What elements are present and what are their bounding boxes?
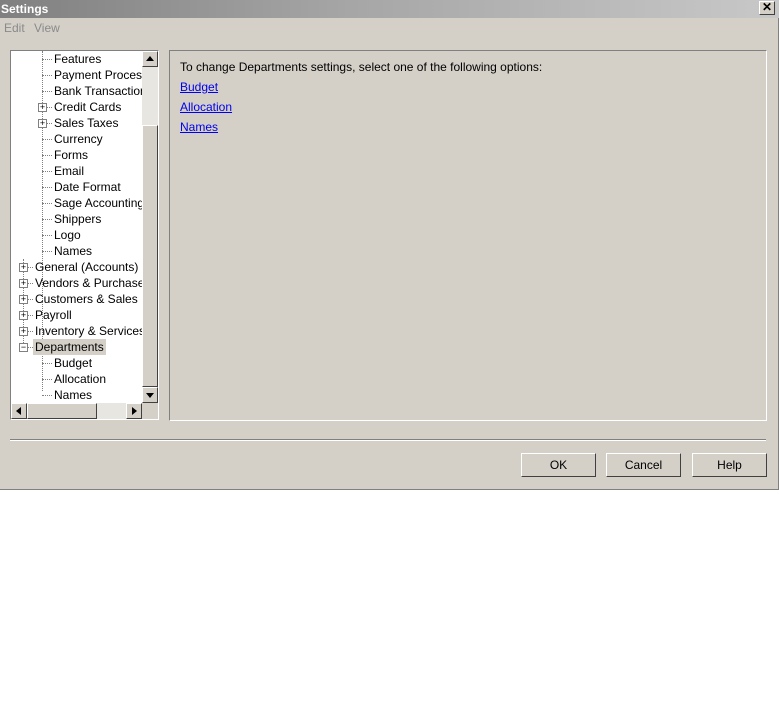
scroll-down-button[interactable] [142,387,158,403]
tree-item-dept-names[interactable]: Names [11,387,142,403]
arrow-left-icon [16,407,21,415]
tree-item-names[interactable]: Names [11,243,142,259]
settings-tree: Features Payment Processing Bank Transac… [10,50,159,420]
tree-item-label: Date Format [54,180,121,194]
tree-item-label: Shippers [54,212,102,226]
names-link[interactable]: Names [180,120,218,134]
settings-content-panel: To change Departments settings, select o… [169,50,767,421]
settings-window: Settings ✕ Edit View Features Payment Pr… [0,0,779,490]
menu-edit[interactable]: Edit [4,21,25,35]
tree-item-label: Customers & Sales [35,292,138,306]
expand-icon[interactable]: + [38,119,47,128]
expand-icon[interactable]: + [19,263,28,272]
tree-item-email[interactable]: Email [11,163,142,179]
tree-item-label: Sales Taxes [54,116,119,130]
close-button[interactable]: ✕ [759,1,775,15]
tree-item-label: Allocation [54,372,107,386]
help-button[interactable]: Help [692,453,767,477]
vertical-scrollbar[interactable] [142,51,158,403]
tree-item-payment-processing[interactable]: Payment Processing [11,67,158,83]
tree-item-sales-taxes[interactable]: + Sales Taxes [11,115,142,131]
expand-icon[interactable]: + [19,311,28,320]
menu-bar: Edit View [0,18,779,38]
tree-item-departments[interactable]: − Departments [11,339,142,355]
collapse-icon[interactable]: − [19,343,28,352]
ok-button[interactable]: OK [521,453,596,477]
tree-item-label: Budget [54,356,93,370]
window-title: Settings [1,2,49,16]
arrow-right-icon [132,407,137,415]
tree-item-logo[interactable]: Logo [11,227,142,243]
tree-item-allocation[interactable]: Allocation [11,371,142,387]
vertical-scroll-thumb[interactable] [142,125,158,387]
instruction-text: To change Departments settings, select o… [180,60,543,74]
arrow-down-icon [146,393,154,398]
tree-item-label: Payroll [35,308,72,322]
budget-link[interactable]: Budget [180,80,218,94]
tree-item-label: Names [54,244,93,258]
tree-item-shippers[interactable]: Shippers [11,211,142,227]
expand-icon[interactable]: + [19,295,28,304]
tree-item-customers-sales[interactable]: + Customers & Sales [11,291,142,307]
tree-item-forms[interactable]: Forms [11,147,142,163]
title-bar[interactable]: Settings ✕ [0,0,779,18]
tree-item-label: Departments [33,339,106,355]
tree-item-label: Forms [54,148,88,162]
arrow-up-icon [146,56,154,61]
tree-item-label: Names [54,388,93,402]
scroll-left-button[interactable] [11,403,27,419]
horizontal-scrollbar[interactable] [11,403,142,419]
expand-icon[interactable]: + [19,327,28,336]
tree-item-label: General (Accounts) [35,260,139,274]
expand-icon[interactable]: + [38,103,47,112]
tree-item-inventory-services[interactable]: + Inventory & Services [11,323,145,339]
tree-item-label: Features [54,52,102,66]
tree-item-currency[interactable]: Currency [11,131,142,147]
tree-item-features[interactable]: Features [11,51,142,67]
scroll-right-button[interactable] [126,403,142,419]
tree-item-label: Bank Transactions [54,84,153,98]
allocation-link[interactable]: Allocation [180,100,232,114]
tree-item-label: Vendors & Purchases [35,276,151,290]
horizontal-scroll-thumb[interactable] [27,403,97,419]
tree-item-label: Email [54,164,85,178]
scrollbar-corner [142,403,158,419]
cancel-button[interactable]: Cancel [606,453,681,477]
separator [10,439,766,441]
tree-item-label: Inventory & Services [35,324,146,338]
tree-item-credit-cards[interactable]: + Credit Cards [11,99,142,115]
tree-item-vendors-purchases[interactable]: + Vendors & Purchases [11,275,150,291]
tree-item-date-format[interactable]: Date Format [11,179,142,195]
expand-icon[interactable]: + [19,279,28,288]
tree-item-sage-accounting[interactable]: Sage Accounting Integration [11,195,158,211]
tree-item-general-accounts[interactable]: + General (Accounts) [11,259,142,275]
tree-item-bank-transactions[interactable]: Bank Transactions [11,83,153,99]
tree-item-label: Currency [54,132,103,146]
scroll-up-button[interactable] [142,51,158,67]
tree-item-payroll[interactable]: + Payroll [11,307,142,323]
menu-view[interactable]: View [34,21,60,35]
tree-item-label: Logo [54,228,81,242]
tree-item-label: Credit Cards [54,100,122,114]
tree-item-budget[interactable]: Budget [11,355,142,371]
